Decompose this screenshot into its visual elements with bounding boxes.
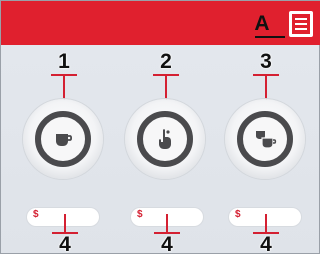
menu-icon: [292, 14, 310, 34]
currency-label: $: [137, 209, 143, 220]
coffee-button-1[interactable]: [23, 99, 103, 179]
cup-icon: [56, 134, 73, 146]
double-cup-icon: [256, 131, 277, 149]
callout-4b: 4: [161, 233, 173, 256]
callout-3-leader: [265, 74, 267, 102]
callout-1: 1: [58, 50, 70, 73]
callout-a-leader: [255, 36, 285, 38]
coffee-button-2[interactable]: [125, 99, 205, 179]
callout-a: A: [254, 12, 270, 35]
callout-2-leader: [165, 74, 167, 102]
callout-4a: 4: [59, 233, 71, 256]
callout-2: 2: [160, 50, 172, 73]
hand-pour-icon: [159, 129, 171, 149]
callout-4c: 4: [260, 233, 272, 256]
callout-4c-leader: [265, 214, 267, 232]
currency-label: $: [235, 209, 241, 220]
price-pill-1[interactable]: $: [27, 208, 99, 226]
machine-display: A 1 2 3 $ $ $ 4 4 4: [0, 0, 320, 256]
callout-4a-leader: [64, 214, 66, 232]
currency-label: $: [33, 209, 39, 220]
menu-button[interactable]: [289, 11, 313, 37]
coffee-button-3[interactable]: [225, 99, 305, 179]
callout-4b-leader: [166, 214, 168, 232]
callout-3: 3: [260, 50, 272, 73]
callout-1-leader: [63, 74, 65, 102]
